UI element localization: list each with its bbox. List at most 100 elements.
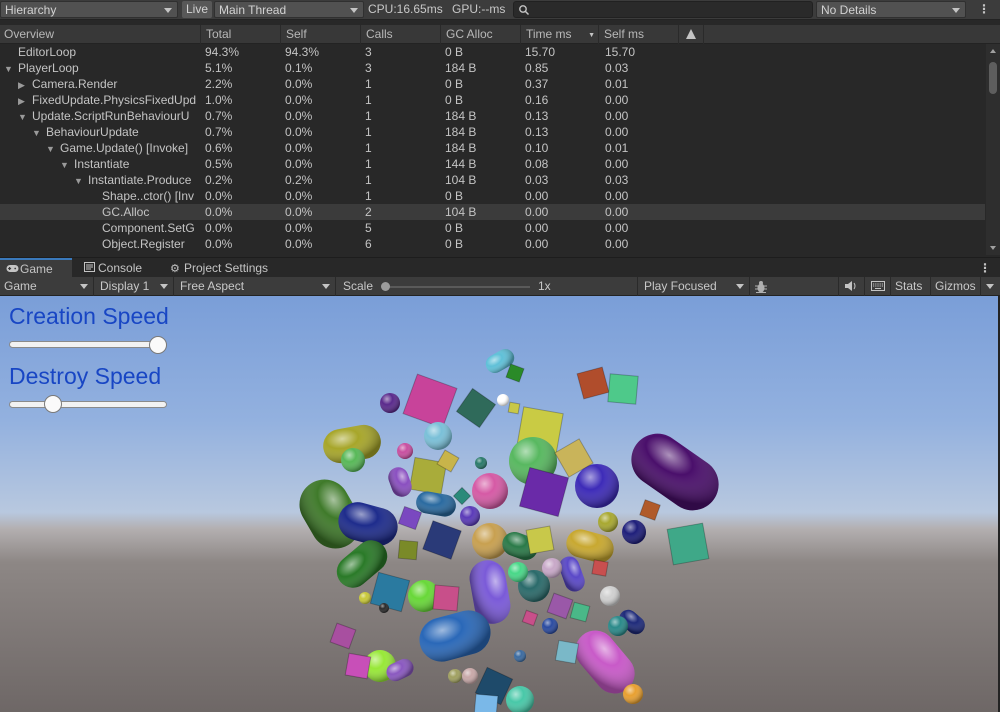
table-row[interactable]: Object.Register 0.0% 0.0% 6 0 B 0.00 0.00 [0, 236, 985, 252]
creation-speed-slider-handle[interactable] [149, 336, 167, 354]
row-name-cell: ▼ Game.Update() [Invoke] [46, 140, 200, 157]
expand-down-icon[interactable]: ▼ [32, 125, 46, 141]
aspect-dropdown-label: Free Aspect [180, 279, 245, 293]
view-dropdown[interactable]: Game [0, 277, 94, 296]
table-row[interactable]: ▶ FixedUpdate.PhysicsFixedUpd 1.0% 0.0% 1 0 B… [0, 92, 985, 108]
row-name-cell: ▼ BehaviourUpdate [32, 124, 200, 141]
table-row[interactable]: ▼ Game.Update() [Invoke] 0.6% 0.0% 1 184 B 0.1… [0, 140, 985, 156]
cube-shape [455, 387, 497, 429]
row-gc-cell: 184 B [445, 109, 477, 123]
stats-toggle[interactable]: Stats [890, 277, 930, 296]
display-dropdown[interactable]: Display 1 [96, 277, 174, 296]
row-calls-cell: 5 [365, 221, 372, 235]
table-row[interactable]: Component.SetG 0.0% 0.0% 5 0 B 0.00 0.00 [0, 220, 985, 236]
expand-down-icon[interactable]: ▼ [60, 157, 74, 173]
expand-right-icon[interactable]: ▶ [18, 93, 32, 109]
column-header-time-ms[interactable]: Time ms ▼ [520, 25, 598, 44]
scroll-down-icon[interactable] [990, 246, 996, 250]
mute-audio-icon[interactable] [838, 277, 864, 296]
module-dropdown[interactable]: Hierarchy [0, 1, 178, 18]
column-header-gc-alloc[interactable]: GC Alloc [440, 25, 520, 44]
thread-dropdown[interactable]: Main Thread [214, 1, 364, 18]
scale-slider-handle[interactable] [381, 282, 390, 291]
row-name-cell: ▼ Instantiate.Produce [74, 172, 200, 189]
table-row[interactable]: ▼ Instantiate 0.5% 0.0% 1 144 B 0.08 0.00 [0, 156, 985, 172]
bug-icon[interactable] [754, 277, 772, 296]
row-name: Update.ScriptRunBehaviourU [32, 109, 190, 123]
live-toggle[interactable]: Live [182, 1, 212, 18]
row-total-cell: 2.2% [205, 77, 233, 91]
column-header-overview[interactable]: Overview [0, 25, 200, 44]
row-gc-cell: 104 B [445, 173, 477, 187]
scale-slider[interactable] [384, 286, 530, 288]
row-time-cell: 0.00 [525, 221, 549, 235]
expand-down-icon[interactable]: ▼ [46, 141, 60, 157]
sphere-highlight [379, 603, 389, 613]
tab-more-options-icon[interactable]: ⋮ [978, 258, 992, 278]
tab-game[interactable]: Game [0, 258, 72, 278]
expand-down-icon[interactable]: ▼ [4, 61, 18, 77]
cube-shape [422, 520, 462, 560]
row-name-cell: ▼ Instantiate [60, 156, 200, 173]
row-total-cell: 1.0% [205, 93, 233, 107]
destroy-speed-slider-handle[interactable] [44, 395, 62, 413]
row-time-cell: 0.85 [525, 61, 549, 75]
more-options-icon[interactable]: ⋮ [976, 1, 992, 18]
table-row[interactable]: GC.Alloc 0.0% 0.0% 2 104 B 0.00 0.00 [0, 204, 985, 220]
sphere-highlight [497, 394, 509, 406]
search-input[interactable] [513, 1, 813, 18]
column-header-self-ms[interactable]: Self ms [598, 25, 678, 44]
column-header-time-ms-label: Time ms [526, 27, 572, 41]
keyboard-icon[interactable] [864, 277, 890, 296]
destroy-speed-slider[interactable] [9, 401, 167, 408]
tab-console[interactable]: Console [78, 258, 162, 278]
warning-column-header[interactable] [678, 25, 704, 44]
table-row[interactable]: ▼ Update.ScriptRunBehaviourU 0.7% 0.0% 1 184 … [0, 108, 985, 124]
vertical-scrollbar[interactable] [986, 44, 1000, 255]
expand-down-icon[interactable]: ▼ [18, 109, 32, 125]
creation-speed-slider[interactable] [9, 341, 167, 348]
expand-down-icon[interactable]: ▼ [74, 173, 88, 189]
creation-speed-label: Creation Speed [9, 303, 169, 329]
row-gc-cell: 144 B [445, 157, 477, 171]
table-row[interactable]: ▼ PlayerLoop 5.1% 0.1% 3 184 B 0.85 0.03 [0, 60, 985, 76]
cube-shape [402, 373, 458, 429]
gizmos-dropdown[interactable] [980, 277, 998, 296]
cube-shape [329, 622, 357, 650]
row-self-cell: 0.1% [285, 61, 313, 75]
row-name: EditorLoop [18, 45, 77, 59]
profiler-table-header: Overview Total Self Calls GC Alloc Time … [0, 25, 1000, 44]
scroll-up-icon[interactable] [990, 49, 996, 53]
game-view-toolbar: Game Display 1 Free Aspect Scale 1x Play… [0, 277, 1000, 296]
scrollbar-thumb[interactable] [989, 62, 997, 94]
cube-shape [569, 601, 591, 623]
tab-project-settings[interactable]: ⚙ Project Settings [164, 258, 284, 278]
aspect-dropdown[interactable]: Free Aspect [176, 277, 336, 296]
column-header-self[interactable]: Self [280, 25, 360, 44]
table-row[interactable]: Shape..ctor() [Inv 0.0% 0.0% 1 0 B 0.00 0.00 [0, 188, 985, 204]
expand-right-icon[interactable]: ▶ [18, 77, 32, 93]
row-self-cell: 94.3% [285, 45, 320, 59]
details-dropdown[interactable]: No Details [816, 1, 966, 18]
table-row[interactable]: ▶ Camera.Render 2.2% 0.0% 1 0 B 0.37 0.01 [0, 76, 985, 92]
gizmos-toggle[interactable]: Gizmos [930, 277, 980, 296]
sphere-highlight [506, 686, 534, 712]
chevron-down-icon [736, 284, 744, 289]
row-time-cell: 15.70 [525, 45, 556, 59]
row-gc-cell: 0 B [445, 45, 464, 59]
column-header-calls[interactable]: Calls [360, 25, 440, 44]
column-header-total[interactable]: Total [200, 25, 280, 44]
table-row[interactable]: ▼ BehaviourUpdate 0.7% 0.0% 1 184 B 0.13 0.00 [0, 124, 985, 140]
table-row[interactable]: EditorLoop 94.3% 94.3% 3 0 B 15.70 15.70 [0, 44, 985, 60]
row-time-cell: 0.13 [525, 125, 549, 139]
cube-shape [521, 609, 539, 627]
gpu-time-label: GPU:--ms [452, 2, 506, 16]
table-row[interactable]: ▼ Instantiate.Produce 0.2% 0.2% 1 104 B 0.03 0.… [0, 172, 985, 188]
cube-shape [397, 539, 419, 561]
display-dropdown-label: Display 1 [100, 279, 150, 293]
game-viewport[interactable]: Creation Speed Destroy Speed [0, 296, 998, 712]
row-gc-cell: 0 B [445, 77, 464, 91]
play-mode-dropdown[interactable]: Play Focused [640, 277, 750, 296]
row-self-cell: 0.0% [285, 93, 313, 107]
cube-shape [666, 522, 710, 566]
